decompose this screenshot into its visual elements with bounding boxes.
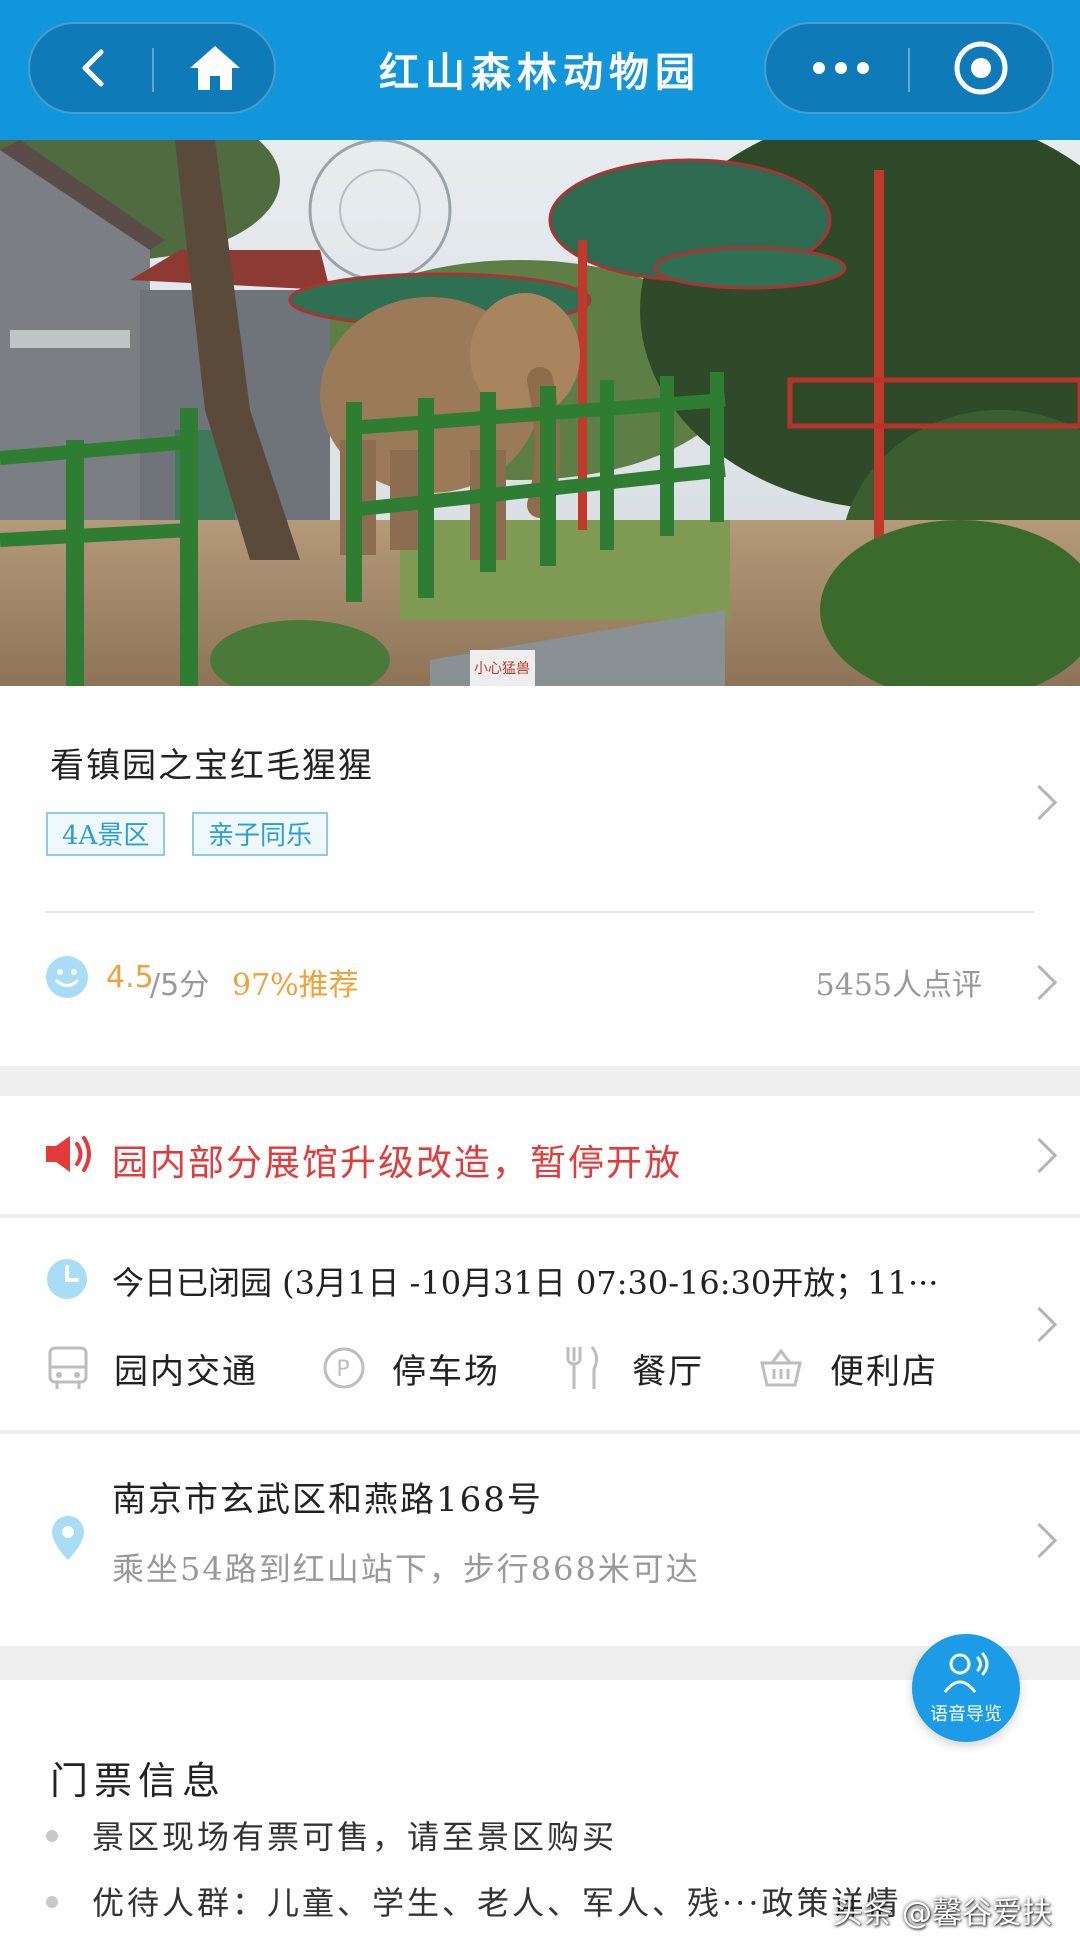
facility-label: 园内交通	[114, 1351, 258, 1392]
home-icon	[190, 46, 240, 90]
rating-row[interactable]: 4.5 /5分 97%推荐 5455人点评	[0, 916, 1080, 1054]
watermark-text: 头条 @馨谷爱扶	[832, 1896, 1052, 1931]
hero-photo[interactable]: 小心猛兽	[0, 140, 1080, 686]
voice-guide-button[interactable]: 语音导览	[912, 1634, 1020, 1742]
chevron-right-icon	[1021, 1522, 1058, 1559]
elephant-enclosure-photo: 小心猛兽	[0, 140, 1080, 686]
nav-capsule-left	[28, 22, 276, 114]
facility-label: 餐厅	[632, 1351, 704, 1392]
opening-hours: 今日已闭园 (3月1日 -10月31日 07:30-16:30开放；11···	[112, 1264, 939, 1302]
close-miniprogram-button[interactable]	[916, 24, 1046, 112]
megaphone-icon	[46, 1136, 91, 1172]
bullet-dot	[46, 1896, 58, 1908]
chevron-right-icon[interactable]	[1021, 784, 1058, 821]
store-icon	[760, 1348, 802, 1387]
hours-facilities-card[interactable]: 今日已闭园 (3月1日 -10月31日 07:30-16:30开放；11··· …	[0, 1218, 1080, 1430]
tag-4a-scenic: 4A景区	[46, 812, 166, 856]
bus-icon	[48, 1346, 88, 1389]
rating-scale: /5分	[150, 968, 210, 1003]
tag-family-fun: 亲子同乐	[192, 812, 329, 856]
parking-icon: P	[323, 1347, 365, 1389]
facility-parking[interactable]: P 停车场	[322, 1340, 500, 1396]
back-arrow-icon	[82, 49, 104, 87]
facility-restaurant[interactable]: 餐厅	[562, 1340, 704, 1396]
svg-text:P: P	[336, 1357, 351, 1382]
facility-label: 停车场	[392, 1351, 500, 1392]
review-count: 5455人点评	[815, 968, 982, 1003]
restaurant-icon	[566, 1346, 599, 1389]
rating-score: 4.5	[106, 960, 154, 995]
ticket-line-discount[interactable]: 优待人群：儿童、学生、老人、军人、残···政策详情	[92, 1878, 902, 1924]
chevron-right-icon	[1021, 1137, 1058, 1174]
ticket-line-availability: 景区现场有票可售，请至景区购买	[92, 1818, 618, 1856]
nav-capsule-right	[764, 22, 1054, 114]
address-line: 南京市玄武区和燕路168号	[112, 1480, 543, 1520]
scenic-info-card: 看镇园之宝红毛猩猩 4A景区 亲子同乐 4.5 /5分 97%推荐 5455人点…	[0, 686, 1080, 1066]
ticket-section-title: 门票信息	[50, 1759, 227, 1803]
recommend-rate: 97%推荐	[232, 968, 359, 1003]
back-button[interactable]	[44, 24, 144, 112]
clock-icon	[47, 1259, 87, 1299]
more-dots-icon	[813, 62, 869, 74]
facility-store[interactable]: 便利店	[758, 1340, 938, 1396]
voice-guide-label: 语音导览	[930, 1704, 1002, 1725]
address-card[interactable]: 南京市玄武区和燕路168号 乘坐54路到红山站下，步行868米可达	[0, 1434, 1080, 1646]
top-nav-bar: 红山森林动物园	[0, 0, 1080, 140]
smile-icon	[46, 956, 88, 998]
bullet-dot	[46, 1830, 58, 1842]
page-title: 红山森林动物园	[379, 49, 701, 96]
divider	[46, 911, 1034, 913]
chevron-right-icon	[1021, 1306, 1058, 1343]
warning-sign-text: 小心猛兽	[474, 661, 530, 677]
notice-bar[interactable]: 园内部分展馆升级改造，暂停开放	[0, 1096, 1080, 1214]
more-button[interactable]	[776, 24, 906, 112]
chevron-right-icon[interactable]	[1021, 964, 1058, 1001]
route-hint: 乘坐54路到红山站下，步行868米可达	[112, 1550, 700, 1588]
facility-transport[interactable]: 园内交通	[46, 1340, 258, 1396]
location-pin-icon	[52, 1516, 84, 1560]
voice-guide-icon	[943, 1652, 989, 1693]
home-button[interactable]	[160, 24, 270, 112]
facility-label: 便利店	[830, 1351, 938, 1392]
highlight-title[interactable]: 看镇园之宝红毛猩猩	[50, 738, 374, 787]
target-circle-icon	[954, 41, 1008, 95]
notice-text: 园内部分展馆升级改造，暂停开放	[112, 1143, 683, 1184]
